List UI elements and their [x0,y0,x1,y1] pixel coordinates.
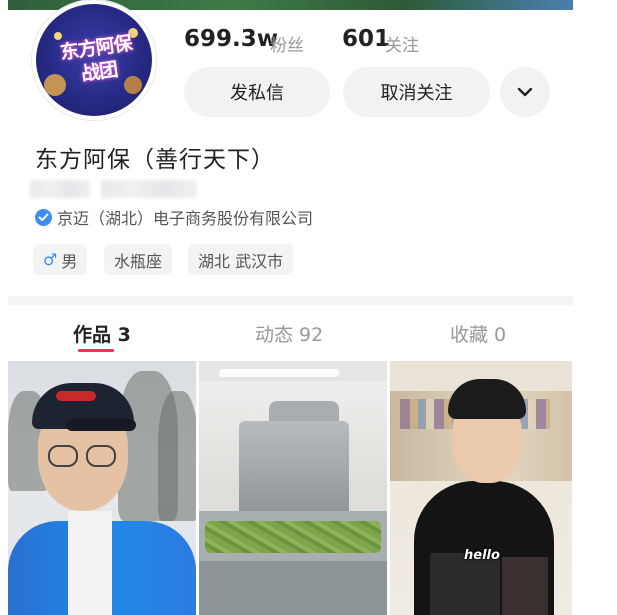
tag-label: 水瓶座 [114,251,163,271]
following-label[interactable]: 关注 [385,31,419,56]
redacted-text [30,180,90,198]
thumbnail-art [86,445,116,467]
thumbnail-art [502,557,548,615]
profile-page: 东方阿保 战团 699.3w 粉丝 601 关注 发私信 取消关注 东方阿保（善行… [0,0,617,615]
thumbnail-art [68,511,112,615]
tag-label: 湖北 武汉市 [198,251,284,271]
avatar-logo-text: 东方阿保 战团 [58,32,134,86]
tag-zodiac: 水瓶座 [104,244,173,275]
avatar[interactable]: 东方阿保 战团 [32,0,156,120]
following-count[interactable]: 601 [342,26,390,52]
followers-label[interactable]: 粉丝 [270,31,304,56]
video-thumbnail[interactable] [199,361,387,615]
more-options-button[interactable] [500,67,550,117]
active-tab-indicator [78,349,114,352]
verification-row: 京迈（湖北）电子商务股份有限公司 [35,205,313,229]
tag-gender: ♂ 男 [33,244,88,275]
thumbnail-art [158,391,196,521]
thumbnail-art [48,445,78,467]
redacted-text [101,180,197,198]
profile-name: 东方阿保（善行天下） [35,147,275,173]
video-caption-text: hello [464,548,500,563]
tag-location: 湖北 武汉市 [188,244,294,275]
message-button-label: 发私信 [230,83,284,104]
tag-label: 男 [61,251,78,271]
tab-works[interactable]: 作品 3 [73,320,131,347]
thumbnail-art [448,379,526,419]
thumbnail-art [56,391,96,401]
section-divider [8,296,573,305]
chevron-down-icon [517,87,533,97]
unfollow-button-label: 取消关注 [380,83,453,104]
tab-favorites[interactable]: 收藏 0 [450,320,506,347]
video-thumbnail[interactable]: hello [390,361,572,615]
message-button[interactable]: 发私信 [184,67,330,117]
verification-company: 京迈（湖北）电子商务股份有限公司 [57,209,314,228]
male-icon: ♂ [43,250,58,269]
video-thumbnail[interactable] [8,361,196,615]
thumbnail-art [199,561,387,615]
thumbnail-art [239,421,349,521]
thumbnail-art [66,419,136,431]
thumbnail-art [205,521,381,553]
followers-count[interactable]: 699.3w [184,26,278,52]
avatar-decor [54,32,62,40]
unfollow-button[interactable]: 取消关注 [343,67,490,117]
verified-check-icon [35,208,52,226]
tab-dynamics[interactable]: 动态 92 [255,320,323,347]
thumbnail-art [219,369,339,377]
